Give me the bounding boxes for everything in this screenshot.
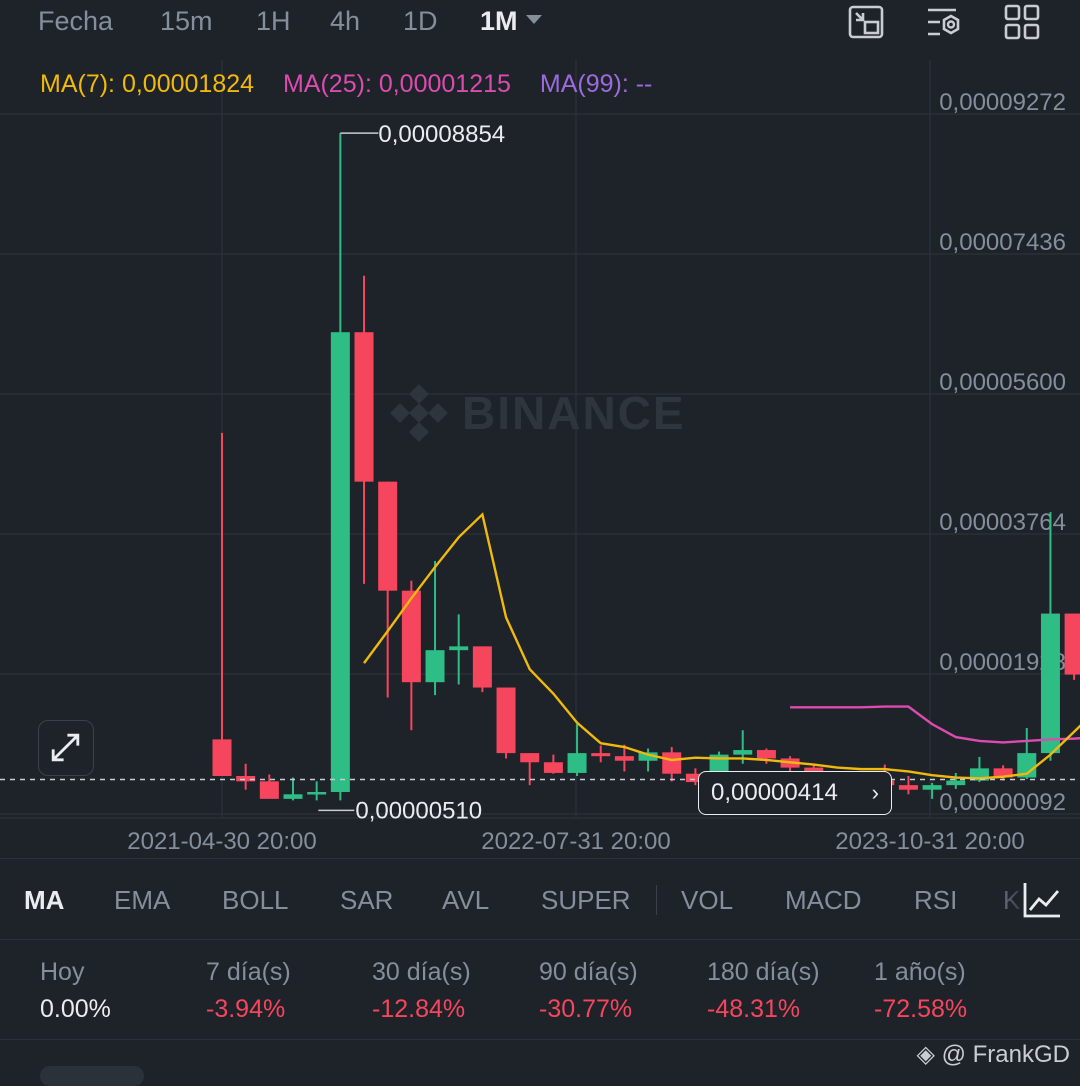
candle-body bbox=[402, 591, 421, 683]
y-tick-label: 0,00005600 bbox=[939, 369, 1066, 396]
binance-small-logo-icon: ◈ bbox=[916, 1041, 934, 1068]
stat-label: 90 día(s) bbox=[539, 958, 638, 987]
candle-body bbox=[213, 739, 232, 776]
candle-body bbox=[520, 753, 539, 762]
candle-body bbox=[1041, 614, 1060, 754]
y-tick-label: 0,00003764 bbox=[939, 509, 1066, 536]
candle-body bbox=[473, 646, 492, 687]
expand-button[interactable] bbox=[38, 720, 94, 776]
candle-body bbox=[591, 753, 610, 756]
y-tick-label: 0,00007436 bbox=[939, 229, 1066, 256]
candle-body bbox=[331, 332, 350, 792]
candle-body bbox=[236, 776, 255, 781]
ma25-line bbox=[790, 707, 1080, 743]
candle-body bbox=[497, 688, 516, 754]
candle-body bbox=[615, 756, 634, 761]
candle-body bbox=[899, 785, 918, 790]
tab-avl[interactable]: AVL bbox=[442, 885, 489, 916]
low-price-label: 0,00000510 bbox=[355, 797, 482, 824]
candlestick-chart[interactable]: BINANCE 0,00009272 0,00007436 0,00005600 0,… bbox=[0, 60, 1080, 858]
tab-sar[interactable]: SAR bbox=[340, 885, 393, 916]
stat-label: 1 año(s) bbox=[874, 958, 967, 987]
tab-macd[interactable]: MACD bbox=[785, 885, 862, 916]
stat-label: Hoy bbox=[40, 958, 111, 987]
tab-ema[interactable]: EMA bbox=[114, 885, 170, 916]
ma-legend: MA(7): 0,00001824 MA(25): 0,00001215 MA(… bbox=[40, 70, 674, 99]
performance-stats: Hoy 0.00% 7 día(s) -3.94% 30 día(s) -12.… bbox=[0, 940, 1080, 1040]
stat-today: Hoy 0.00% bbox=[40, 958, 111, 1024]
ma7-legend: MA(7): 0,00001824 bbox=[40, 70, 254, 98]
binance-diamond-icon bbox=[390, 384, 448, 442]
y-tick-label: 0,00009272 bbox=[939, 89, 1066, 116]
y-tick-label: 0,00000092 bbox=[939, 789, 1066, 816]
stat-value: -72.58% bbox=[874, 995, 967, 1024]
stat-30d: 30 día(s) -12.84% bbox=[372, 958, 471, 1024]
stat-label: 180 día(s) bbox=[707, 958, 820, 987]
stat-value: -48.31% bbox=[707, 995, 820, 1024]
candle-body bbox=[378, 482, 397, 591]
tab-1d[interactable]: 1D bbox=[403, 6, 438, 37]
tab-1h[interactable]: 1H bbox=[256, 6, 291, 37]
tab-ma[interactable]: MA bbox=[24, 885, 64, 916]
candle-body bbox=[923, 785, 942, 790]
tab-fecha[interactable]: Fecha bbox=[38, 6, 113, 37]
chevron-down-icon bbox=[526, 15, 542, 24]
stat-value: 0.00% bbox=[40, 995, 111, 1024]
candle-body bbox=[544, 762, 563, 773]
chart-type-icon[interactable] bbox=[1022, 880, 1062, 920]
tab-4h[interactable]: 4h bbox=[330, 6, 360, 37]
timeframe-bar: Fecha 15m 1H 4h 1D 1M bbox=[0, 0, 1080, 48]
x-tick-label: 2021-04-30 20:00 bbox=[127, 828, 317, 855]
tab-vol[interactable]: VOL bbox=[681, 885, 733, 916]
stat-label: 30 día(s) bbox=[372, 958, 471, 987]
expand-arrows-icon bbox=[39, 721, 92, 774]
binance-wordmark: BINANCE bbox=[462, 387, 686, 439]
stat-90d: 90 día(s) -30.77% bbox=[539, 958, 638, 1024]
author-watermark: ◈ @ FrankGD bbox=[916, 1040, 1070, 1069]
current-price-badge[interactable]: 0,00000414 › bbox=[698, 771, 892, 815]
candle-body bbox=[946, 781, 965, 786]
stat-value: -30.77% bbox=[539, 995, 638, 1024]
high-price-label: 0,00008854 bbox=[378, 121, 505, 148]
stat-180d: 180 día(s) -48.31% bbox=[707, 958, 820, 1024]
candle-body bbox=[733, 750, 752, 755]
x-tick-label: 2022-07-31 20:00 bbox=[481, 828, 671, 855]
tab-15m[interactable]: 15m bbox=[160, 6, 213, 37]
candle-body bbox=[1065, 614, 1080, 675]
tab-super[interactable]: SUPER bbox=[541, 885, 631, 916]
candle-body bbox=[307, 792, 326, 795]
picture-in-picture-icon[interactable] bbox=[848, 4, 884, 40]
stat-label: 7 día(s) bbox=[206, 958, 291, 987]
author-handle: @ FrankGD bbox=[942, 1041, 1070, 1068]
x-tick-label: 2023-10-31 20:00 bbox=[835, 828, 1025, 855]
bottom-control[interactable] bbox=[40, 1066, 144, 1086]
chart-grid bbox=[0, 60, 1080, 818]
stat-1y: 1 año(s) -72.58% bbox=[874, 958, 967, 1024]
candle-body bbox=[355, 332, 374, 481]
candle-body bbox=[757, 750, 776, 758]
current-price-value: 0,00000414 bbox=[711, 779, 838, 806]
candle-body bbox=[260, 781, 279, 799]
layout-grid-icon[interactable] bbox=[1004, 4, 1040, 40]
stat-7d: 7 día(s) -3.94% bbox=[206, 958, 291, 1024]
tab-boll[interactable]: BOLL bbox=[222, 885, 289, 916]
chevron-right-icon: › bbox=[872, 772, 879, 813]
ma25-legend: MA(25): 0,00001215 bbox=[283, 70, 511, 98]
stat-value: -3.94% bbox=[206, 995, 291, 1024]
candle-body bbox=[662, 752, 681, 773]
indicator-tabs: MA EMA BOLL SAR AVL SUPER VOL MACD RSI K bbox=[0, 858, 1080, 940]
candle-body bbox=[284, 794, 303, 799]
tab-rsi[interactable]: RSI bbox=[914, 885, 957, 916]
candle-body bbox=[449, 646, 468, 650]
indicator-divider bbox=[656, 885, 657, 915]
tab-1m-label: 1M bbox=[480, 6, 518, 36]
stat-value: -12.84% bbox=[372, 995, 471, 1024]
binance-watermark-logo: BINANCE bbox=[390, 384, 685, 442]
tab-1m-dropdown[interactable]: 1M bbox=[480, 6, 542, 37]
chart-settings-icon[interactable] bbox=[926, 4, 962, 40]
ma99-legend: MA(99): -- bbox=[540, 70, 653, 98]
candle-body bbox=[568, 753, 587, 773]
candle-body bbox=[426, 650, 445, 682]
x-axis-labels: 2021-04-30 20:00 2022-07-31 20:00 2023-10-… bbox=[127, 828, 1025, 855]
